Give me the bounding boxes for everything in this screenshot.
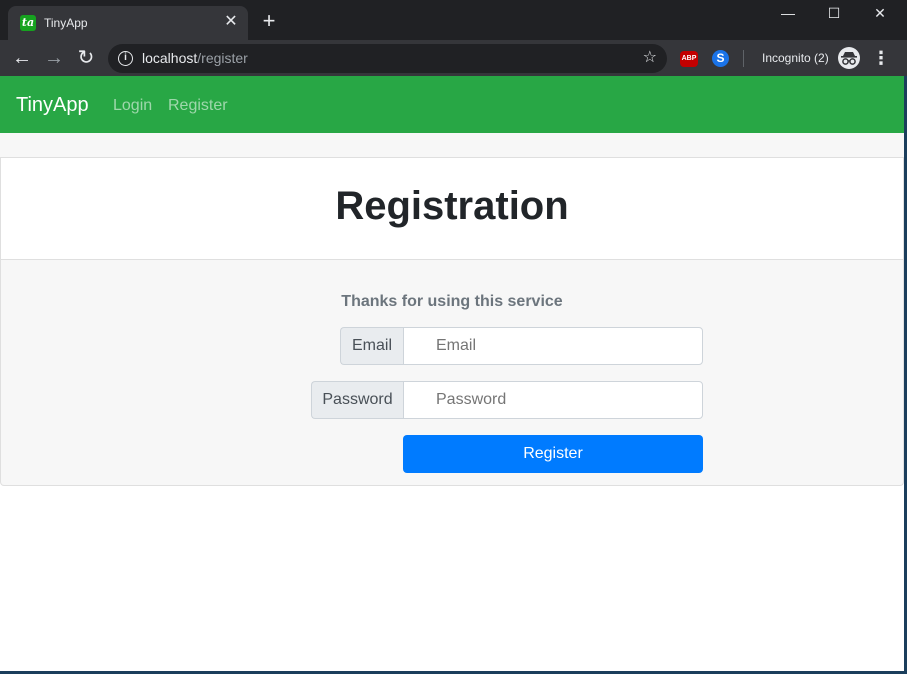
tab-title: TinyApp	[44, 16, 88, 30]
url-host: localhost	[142, 50, 198, 66]
brand-logo[interactable]: TinyApp	[16, 93, 89, 117]
more-vertical-icon[interactable]: ⋮	[872, 46, 890, 70]
tinyapp-favicon-icon: ta	[20, 15, 36, 31]
nav-link-register[interactable]: Register	[168, 96, 228, 115]
forward-arrow-icon[interactable]: →	[42, 46, 66, 70]
email-field[interactable]	[403, 327, 703, 365]
browser-title-bar: ta TinyApp ✕ + — ☐ ✕	[0, 0, 907, 40]
page-subtitle: Thanks for using this service	[341, 293, 563, 310]
password-field[interactable]	[403, 381, 703, 419]
url-text: localhost/register	[142, 50, 248, 67]
adblock-extension-icon[interactable]: ABP	[680, 51, 698, 67]
register-button[interactable]: Register	[403, 435, 703, 473]
browser-toolbar: ← → ↻ i localhost/register ☆ ABP S Incog…	[0, 40, 907, 76]
bookmark-star-icon[interactable]: ☆	[643, 48, 657, 68]
password-label: Password	[311, 381, 403, 419]
site-navbar: TinyApp Login Register	[0, 76, 907, 133]
card-header: Registration	[1, 158, 903, 260]
close-window-icon[interactable]: ✕	[857, 0, 903, 26]
info-icon[interactable]: i	[118, 51, 133, 66]
registration-card: Registration Thanks for using this servi…	[0, 158, 904, 486]
tab-close-icon[interactable]: ✕	[222, 13, 240, 31]
address-bar[interactable]: i localhost/register ☆	[108, 44, 667, 73]
new-tab-icon[interactable]: +	[258, 10, 280, 32]
nav-link-login[interactable]: Login	[113, 96, 152, 115]
page-top-strip	[0, 133, 907, 158]
incognito-label[interactable]: Incognito (2)	[762, 51, 829, 66]
back-arrow-icon[interactable]: ←	[10, 46, 34, 70]
incognito-icon[interactable]	[838, 47, 860, 69]
reload-icon[interactable]: ↻	[74, 46, 98, 70]
toolbar-divider	[743, 50, 744, 67]
minimize-window-icon[interactable]: —	[765, 0, 811, 26]
maximize-window-icon[interactable]: ☐	[811, 0, 857, 26]
url-path: /register	[197, 50, 248, 66]
browser-tab[interactable]: ta TinyApp ✕	[8, 6, 248, 40]
page-title: Registration	[335, 184, 569, 228]
s-extension-icon[interactable]: S	[712, 50, 729, 67]
email-label: Email	[340, 327, 403, 365]
